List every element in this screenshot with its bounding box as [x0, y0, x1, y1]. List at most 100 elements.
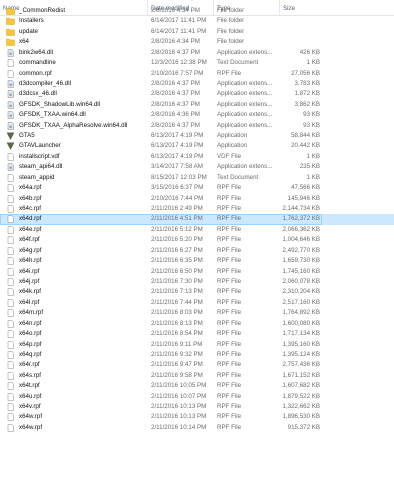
file-date-modified: 12/3/2016 12:38 PM	[151, 59, 207, 67]
file-name: x64g.rpf	[19, 246, 42, 254]
file-name: x64u.rpf	[19, 392, 42, 400]
file-row[interactable]: x64j.rpf 2/11/2016 7:30 PM RPF File 2,060,0…	[0, 277, 394, 287]
file-icon	[6, 350, 16, 360]
file-type: File folder	[217, 38, 245, 46]
file-row[interactable]: _CommonRedist 2/8/2016 4:34 PM File folder	[0, 6, 394, 16]
file-row[interactable]: x64m.rpf 2/11/2016 8:03 PM RPF File 1,764,8…	[0, 308, 394, 318]
file-name: x64m.rpf	[19, 309, 44, 317]
file-row[interactable]: common.rpf 2/10/2016 7:57 PM RPF File 27,05…	[0, 69, 394, 79]
file-row[interactable]: update 6/14/2017 11:41 PM File folder	[0, 27, 394, 37]
file-size: 1,395,124 KB	[282, 350, 321, 358]
file-row[interactable]: steam_appid 8/15/2017 12:03 PM Text Docume…	[0, 173, 394, 183]
file-row[interactable]: x64r.rpf 2/11/2016 9:47 PM RPF File 2,757,4…	[0, 360, 394, 370]
file-row[interactable]: x64q.rpf 2/11/2016 9:32 PM RPF File 1,395,1…	[0, 350, 394, 360]
file-row[interactable]: d3dcsx_46.dll 2/8/2016 4:37 PM Application…	[0, 89, 394, 99]
file-type: RPF File	[217, 309, 242, 317]
file-type: RPF File	[217, 403, 242, 411]
dll-file-icon	[6, 89, 16, 99]
file-row[interactable]: x64c.rpf 2/11/2016 2:49 PM RPF File 2,144,7…	[0, 204, 394, 214]
file-size: 1,762,372 KB	[282, 215, 321, 223]
file-date-modified: 2/8/2016 4:37 PM	[151, 121, 200, 129]
file-type: File folder	[217, 7, 245, 14]
file-row[interactable]: GFSDK_TXAA_AlphaResolve.win64.dll 2/8/201…	[0, 121, 394, 131]
file-icon	[6, 402, 16, 412]
file-row[interactable]: GFSDK_TXAA.win64.dll 2/8/2016 4:36 PM Appl…	[0, 110, 394, 120]
folder-icon	[6, 37, 16, 47]
file-date-modified: 2/11/2016 10:14 PM	[151, 423, 207, 431]
file-row[interactable]: x64b.rpf 2/10/2016 7:44 PM RPF File 145,946…	[0, 194, 394, 204]
file-type: RPF File	[217, 392, 242, 400]
file-type: RPF File	[217, 371, 242, 379]
file-name: x64r.rpf	[19, 361, 40, 369]
file-name: x64f.rpf	[19, 236, 40, 244]
file-row[interactable]: steam_api64.dll 3/14/2017 7:58 AM Applicat…	[0, 162, 394, 172]
file-row[interactable]: installscript.vdf 6/13/2017 4:19 PM VDF Fi…	[0, 152, 394, 162]
file-size: 93 KB	[303, 111, 320, 119]
file-name: x64l.rpf	[19, 298, 40, 306]
file-row[interactable]: x64p.rpf 2/11/2016 9:11 PM RPF File 1,395,1…	[0, 340, 394, 350]
file-row[interactable]: x64l.rpf 2/11/2016 7:44 PM RPF File 2,517,1…	[0, 298, 394, 308]
file-row[interactable]: x64h.rpf 2/11/2016 6:35 PM RPF File 1,659,7…	[0, 256, 394, 266]
file-icon	[6, 214, 16, 224]
file-row[interactable]: x64v.rpf 2/11/2016 10:13 PM RPF File 1,322,…	[0, 402, 394, 412]
file-row[interactable]: d3dcompiler_46.dll 2/8/2016 4:37 PM Applic…	[0, 79, 394, 89]
file-type: RPF File	[217, 184, 242, 192]
file-name: x64e.rpf	[19, 225, 42, 233]
file-icon	[6, 308, 16, 318]
file-row-selected[interactable]: x64d.rpf 2/11/2016 4:51 PM RPF File 1,762,3…	[0, 214, 394, 226]
file-date-modified: 2/8/2016 4:37 PM	[151, 48, 200, 56]
file-row[interactable]: x64k.rpf 2/11/2016 7:13 PM RPF File 2,310,2…	[0, 287, 394, 297]
file-type: Text Document	[217, 173, 259, 181]
file-row[interactable]: x64w.rpf 2/11/2016 10:14 PM RPF File 915,37…	[0, 423, 394, 433]
file-row[interactable]: GTAVLauncher 6/13/2017 4:19 PM Application…	[0, 141, 394, 151]
file-row[interactable]: x64o.rpf 2/11/2016 8:54 PM RPF File 1,717,1…	[0, 329, 394, 339]
file-icon	[6, 183, 16, 193]
file-row[interactable]: x64t.rpf 2/11/2016 10:05 PM RPF File 1,607,…	[0, 381, 394, 391]
file-row[interactable]: x64 2/8/2016 4:34 PM File folder	[0, 37, 394, 47]
file-icon	[6, 319, 16, 329]
file-type: RPF File	[217, 194, 242, 202]
file-icon	[6, 277, 16, 287]
file-row[interactable]: x64s.rpf 2/11/2016 9:58 PM RPF File 1,671,1…	[0, 371, 394, 381]
file-row[interactable]: x64g.rpf 2/11/2016 6:27 PM RPF File 2,492,7…	[0, 246, 394, 256]
file-row[interactable]: x64n.rpf 2/11/2016 8:13 PM RPF File 1,600,0…	[0, 319, 394, 329]
file-name: GTAVLauncher	[19, 142, 61, 150]
file-name: x64w.rpf	[19, 413, 43, 421]
file-row[interactable]: x64u.rpf 2/11/2016 10:07 PM RPF File 1,879,…	[0, 392, 394, 402]
file-row[interactable]: Installers 6/14/2017 11:41 PM File folder	[0, 16, 394, 26]
file-type: Application extens...	[217, 100, 273, 108]
file-type: Application extens...	[217, 90, 273, 98]
file-row[interactable]: commandline 12/3/2016 12:38 PM Text Docume…	[0, 58, 394, 68]
file-icon	[6, 329, 16, 339]
file-type: Application extens...	[217, 48, 273, 56]
file-size: 1,004,646 KB	[282, 236, 321, 244]
file-name: x64o.rpf	[19, 330, 42, 338]
file-row[interactable]: GTA5 6/13/2017 4:19 PM Application 58,844 K…	[0, 131, 394, 141]
file-icon	[6, 267, 16, 277]
file-name: x64v.rpf	[19, 403, 41, 411]
file-row[interactable]: x64w.rpf 2/11/2016 10:13 PM RPF File 1,896,…	[0, 412, 394, 422]
file-row[interactable]: x64f.rpf 2/11/2016 5:20 PM RPF File 1,004,6…	[0, 235, 394, 245]
file-row[interactable]: GFSDK_ShadowLib.win64.dll 2/8/2016 4:37 P…	[0, 100, 394, 110]
file-row[interactable]: bink2w64.dll 2/8/2016 4:37 PM Application …	[0, 48, 394, 58]
file-icon	[6, 69, 16, 79]
file-size: 1 KB	[306, 173, 320, 181]
file-type: RPF File	[217, 236, 242, 244]
file-name: x64b.rpf	[19, 194, 42, 202]
file-date-modified: 2/11/2016 6:35 PM	[151, 257, 203, 265]
file-date-modified: 3/15/2016 6:37 PM	[151, 184, 204, 192]
file-row[interactable]: x64e.rpf 2/11/2016 5:12 PM RPF File 2,066,3…	[0, 225, 394, 235]
file-row[interactable]: x64a.rpf 3/15/2016 6:37 PM RPF File 47,566 …	[0, 183, 394, 193]
file-size: 20,442 KB	[291, 142, 320, 150]
file-size: 1,600,080 KB	[282, 319, 321, 327]
file-icon	[6, 235, 16, 245]
file-type: Application extens...	[217, 79, 273, 87]
file-type: RPF File	[217, 319, 242, 327]
file-type: Application	[217, 132, 248, 140]
file-name: x64h.rpf	[19, 257, 42, 265]
file-name: x64q.rpf	[19, 350, 42, 358]
file-size: 2,310,204 KB	[282, 288, 321, 296]
sort-up-icon: ⌃	[190, 0, 195, 5]
file-row[interactable]: x64i.rpf 2/11/2016 6:50 PM RPF File 1,745,1…	[0, 267, 394, 277]
file-name: GFSDK_TXAA.win64.dll	[19, 111, 86, 119]
